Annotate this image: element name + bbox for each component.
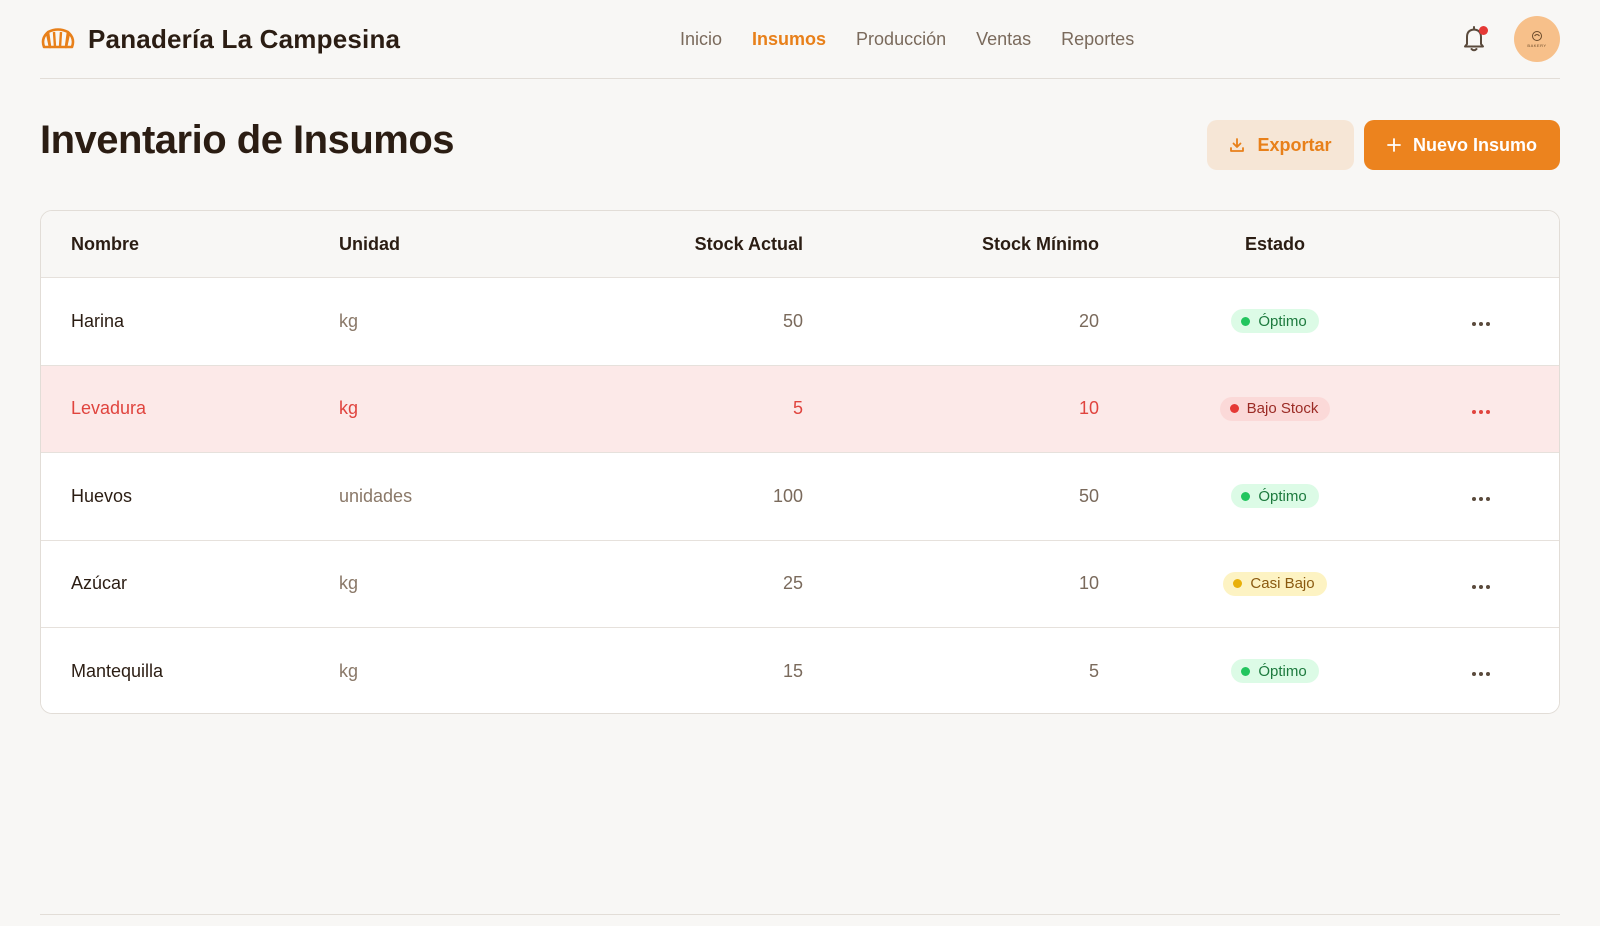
- status-dot: [1233, 579, 1243, 589]
- more-options-icon[interactable]: [1466, 491, 1496, 507]
- nav-item-inicio[interactable]: Inicio: [680, 29, 722, 50]
- cell-unidad: unidades: [339, 485, 413, 506]
- cell-stock-minimo: 10: [1078, 573, 1099, 594]
- cell-stock-minimo: 5: [1088, 660, 1099, 681]
- status-label: Casi Bajo: [1250, 575, 1315, 593]
- avatar-label: BAKERY: [1527, 43, 1547, 48]
- column-header-nombre[interactable]: Nombre: [71, 234, 339, 255]
- export-label: Exportar: [1257, 134, 1332, 155]
- header-actions: BAKERY: [1460, 0, 1560, 78]
- cell-stock-minimo: 20: [1078, 310, 1099, 331]
- table-row[interactable]: Mantequilla kg 15 5 Óptimo: [41, 627, 1559, 713]
- status-label: Bajo Stock: [1246, 400, 1319, 418]
- cell-stock-actual: 100: [772, 485, 803, 506]
- more-options-icon[interactable]: [1466, 579, 1496, 595]
- cell-stock-minimo: 50: [1078, 485, 1099, 506]
- new-insumo-label: Nuevo Insumo: [1412, 134, 1537, 155]
- column-header-unidad[interactable]: Unidad: [339, 234, 539, 255]
- cell-unidad: kg: [339, 310, 359, 331]
- status-dot: [1229, 404, 1239, 414]
- cell-stock-actual: 25: [782, 573, 803, 594]
- cell-stock-actual: 50: [782, 310, 803, 331]
- status-label: Óptimo: [1258, 312, 1307, 330]
- page-title: Inventario de Insumos: [40, 118, 455, 162]
- cell-estado: Óptimo: [1099, 659, 1451, 684]
- download-icon: [1230, 138, 1245, 152]
- status-badge: Casi Bajo: [1223, 571, 1327, 596]
- more-options-icon[interactable]: [1466, 666, 1496, 682]
- croissant-icon: [40, 27, 76, 51]
- brand[interactable]: Panadería La Campesina: [40, 24, 400, 55]
- column-header-estado[interactable]: Estado: [1099, 234, 1451, 255]
- cell-estado: Óptimo: [1099, 484, 1451, 509]
- table-header: Nombre Unidad Stock Actual Stock Mínimo …: [41, 211, 1559, 277]
- cell-stock-actual: 15: [782, 660, 803, 681]
- column-header-stock-actual[interactable]: Stock Actual: [509, 234, 803, 255]
- table-row[interactable]: Azúcar kg 25 10 Casi Bajo: [41, 539, 1559, 627]
- cell-unidad: kg: [339, 398, 359, 419]
- cell-estado: Óptimo: [1099, 309, 1451, 334]
- cell-nombre: Harina: [71, 310, 125, 331]
- top-header: Panadería La Campesina Inicio Insumos Pr…: [40, 0, 1560, 79]
- cell-unidad: kg: [339, 573, 359, 594]
- notifications-button[interactable]: [1460, 24, 1488, 54]
- status-label: Óptimo: [1258, 662, 1307, 680]
- new-insumo-button[interactable]: Nuevo Insumo: [1364, 120, 1560, 170]
- plus-icon: [1387, 138, 1401, 152]
- status-dot: [1241, 316, 1251, 326]
- nav-item-insumos[interactable]: Insumos: [752, 29, 826, 50]
- cell-actions: [1451, 573, 1511, 595]
- cell-actions: [1451, 485, 1511, 507]
- table-row[interactable]: Huevos unidades 100 50 Óptimo: [41, 452, 1559, 540]
- status-dot: [1241, 491, 1251, 501]
- cell-nombre: Mantequilla: [71, 660, 164, 681]
- more-options-icon[interactable]: [1466, 404, 1496, 420]
- cell-unidad: kg: [339, 660, 359, 681]
- nav-item-produccion[interactable]: Producción: [856, 29, 946, 50]
- cell-actions: [1451, 398, 1511, 420]
- cell-nombre: Levadura: [71, 398, 147, 419]
- user-avatar[interactable]: BAKERY: [1514, 16, 1560, 62]
- cell-estado: Casi Bajo: [1099, 571, 1451, 596]
- status-dot: [1241, 666, 1251, 676]
- more-options-icon[interactable]: [1466, 316, 1496, 332]
- footer-divider: [40, 914, 1560, 915]
- export-button[interactable]: Exportar: [1207, 120, 1354, 170]
- cell-stock-minimo: 10: [1078, 398, 1099, 419]
- inventory-table: Nombre Unidad Stock Actual Stock Mínimo …: [40, 210, 1560, 714]
- notification-badge: [1479, 26, 1488, 35]
- cell-estado: Bajo Stock: [1099, 396, 1451, 421]
- page-actions: Exportar Nuevo Insumo: [1207, 120, 1560, 170]
- status-label: Óptimo: [1258, 487, 1307, 505]
- cell-actions: [1451, 310, 1511, 332]
- table-row[interactable]: Levadura kg 5 10 Bajo Stock: [41, 364, 1559, 452]
- app-title: Panadería La Campesina: [88, 23, 401, 54]
- nav-item-reportes[interactable]: Reportes: [1061, 29, 1134, 50]
- main-nav: Inicio Insumos Producción Ventas Reporte…: [680, 0, 1134, 78]
- column-header-stock-minimo[interactable]: Stock Mínimo: [803, 234, 1099, 255]
- status-badge: Óptimo: [1231, 659, 1319, 684]
- cell-nombre: Huevos: [71, 485, 133, 506]
- nav-item-ventas[interactable]: Ventas: [976, 29, 1031, 50]
- cell-actions: [1451, 660, 1511, 682]
- table-row[interactable]: Harina kg 50 20 Óptimo: [41, 277, 1559, 365]
- cell-stock-actual: 5: [792, 398, 803, 419]
- bakery-logo-icon: [1532, 31, 1542, 41]
- status-badge: Bajo Stock: [1219, 396, 1331, 421]
- status-badge: Óptimo: [1231, 484, 1319, 509]
- cell-nombre: Azúcar: [71, 573, 128, 594]
- status-badge: Óptimo: [1231, 309, 1319, 334]
